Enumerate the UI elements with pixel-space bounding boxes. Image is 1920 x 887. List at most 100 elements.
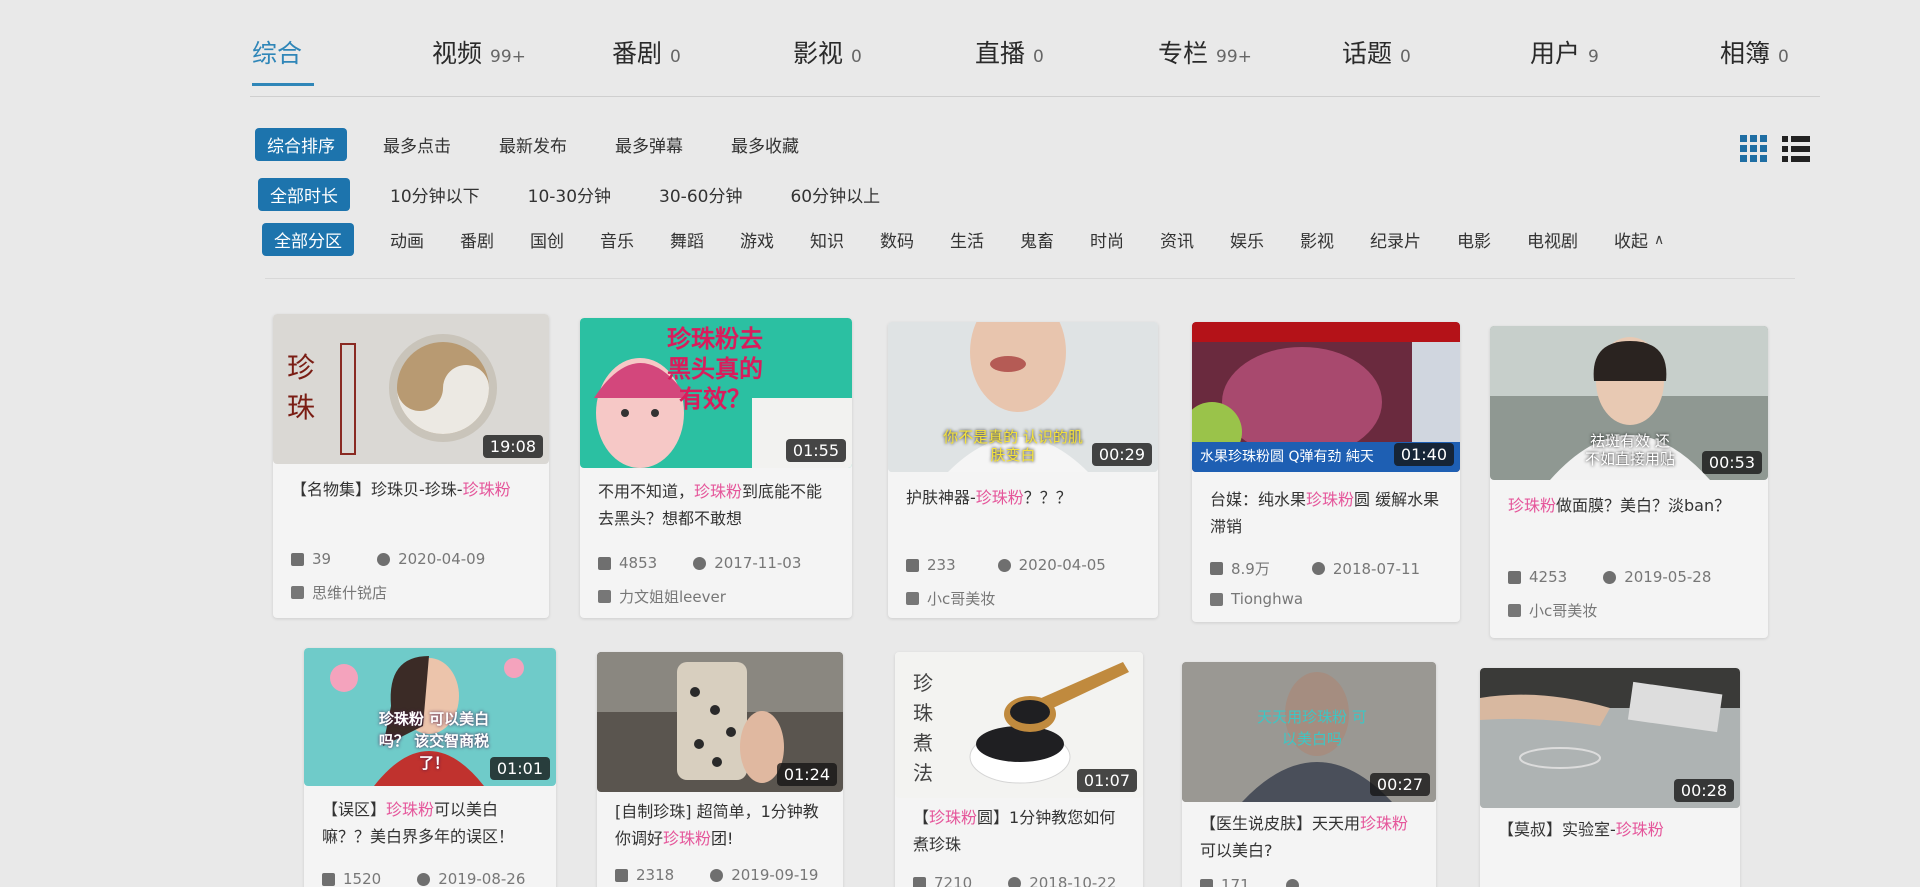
video-thumbnail[interactable]: 祛斑有效 还不如直接用贴 00:53	[1490, 326, 1768, 480]
zone-item[interactable]: 资讯	[1160, 227, 1194, 252]
video-thumbnail[interactable]: 01:24	[597, 652, 843, 792]
zone-item[interactable]: 动画	[390, 227, 424, 252]
zone-all-chip[interactable]: 全部分区	[262, 223, 354, 256]
video-card[interactable]: 你不是真的 认识的肌肤变白 00:29 护肤神器-珍珠粉？？？ 233 2020…	[888, 322, 1158, 618]
video-thumbnail[interactable]: 珍 珠 煮 法 01:07	[895, 652, 1143, 798]
video-thumbnail[interactable]: 你不是真的 认识的肌肤变白 00:29	[888, 322, 1158, 472]
zone-item[interactable]: 生活	[950, 227, 984, 252]
video-author[interactable]: 思维什锐店	[291, 582, 387, 603]
play-count-icon	[1200, 878, 1213, 887]
video-card[interactable]: 珍 珠 19:08 【名物集】珍珠贝-珍珠-珍珠粉 39 2020-04-09 …	[273, 314, 549, 618]
duration-30-60[interactable]: 30-60分钟	[659, 182, 742, 207]
video-thumbnail[interactable]: 珍珠粉去黑头真的有效？ 01:55	[580, 318, 852, 468]
video-card[interactable]: 祛斑有效 还不如直接用贴 00:53 珍珠粉做面膜？美白？淡ban？ 4253 …	[1490, 326, 1768, 638]
tab-label: 视频	[432, 39, 483, 68]
zone-item[interactable]: 电视剧	[1527, 227, 1578, 252]
video-title[interactable]: 【珍珠粉圆】1分钟教您如何煮珍珠	[913, 804, 1129, 858]
video-card[interactable]: 珍珠粉 可以美白吗？ 该交智商税了！ 01:01 【误区】珍珠粉可以美白嘛？？美…	[304, 648, 556, 887]
video-thumbnail[interactable]: 珍 珠 19:08	[273, 314, 549, 464]
title-keyword: 珍珠粉	[929, 808, 978, 827]
play-count: 171	[1221, 876, 1250, 887]
sort-most-clicked[interactable]: 最多点击	[383, 132, 451, 157]
tab-live[interactable]: 直播 0	[975, 34, 1044, 84]
title-text: 不用不知道，	[598, 482, 695, 501]
tab-label: 影视	[793, 39, 844, 68]
video-title[interactable]: 【误区】珍珠粉可以美白嘛？？美白界多年的误区！	[322, 796, 542, 850]
tab-bangumi[interactable]: 番剧 0	[612, 34, 681, 84]
zone-item[interactable]: 时尚	[1090, 227, 1124, 252]
tab-user[interactable]: 用户 9	[1530, 34, 1599, 84]
zone-item[interactable]: 电影	[1457, 227, 1491, 252]
video-duration: 01:24	[776, 763, 837, 786]
duration-over-60[interactable]: 60分钟以上	[790, 182, 880, 207]
video-title[interactable]: 【莫叔】实验室-珍珠粉	[1498, 816, 1726, 843]
video-thumbnail[interactable]: 珍珠粉 可以美白吗？ 该交智商税了！ 01:01	[304, 648, 556, 786]
video-card[interactable]: 00:28 【莫叔】实验室-珍珠粉	[1480, 668, 1740, 887]
user-icon	[291, 586, 304, 599]
video-title[interactable]: 不用不知道，珍珠粉到底能不能去黑头？想都不敢想	[598, 478, 838, 532]
list-view-icon[interactable]	[1782, 135, 1810, 163]
video-author[interactable]: 力文姐姐leever	[598, 586, 726, 607]
video-card[interactable]: 珍珠粉去黑头真的有效？ 01:55 不用不知道，珍珠粉到底能不能去黑头？想都不敢…	[580, 318, 852, 618]
sort-all-chip[interactable]: 综合排序	[255, 128, 347, 161]
sort-newest[interactable]: 最新发布	[499, 132, 567, 157]
tab-album[interactable]: 相簿 0	[1720, 34, 1789, 84]
tab-all[interactable]: 综合	[252, 34, 314, 86]
thumbnail-caption: 你不是真的 认识的肌肤变白	[943, 428, 1083, 464]
tab-film[interactable]: 影视 0	[793, 34, 862, 84]
zone-item[interactable]: 娱乐	[1230, 227, 1264, 252]
video-title[interactable]: [自制珍珠] 超简单，1分钟教你调好珍珠粉团!	[615, 798, 829, 852]
thumbnail-caption: 珍珠粉去黑头真的有效？	[667, 325, 763, 413]
video-title[interactable]: 【名物集】珍珠贝-珍珠-珍珠粉	[291, 476, 535, 503]
video-card[interactable]: 水果珍珠粉圆 Q弹有劲 純天 01:40 台媒：纯水果珍珠粉圆 缓解水果滞销 8…	[1192, 322, 1460, 622]
author-name: 思维什锐店	[312, 584, 388, 602]
tab-count: 99+	[1216, 47, 1252, 67]
video-card[interactable]: 01:24 [自制珍珠] 超简单，1分钟教你调好珍珠粉团! 2318 2019-…	[597, 652, 843, 887]
play-count: 4253	[1529, 568, 1568, 586]
video-title[interactable]: 珍珠粉做面膜？美白？淡ban？	[1508, 492, 1754, 519]
thumbnail-caption: 天天用珍珠粉 可以美白吗	[1257, 708, 1367, 748]
zone-item[interactable]: 国创	[530, 227, 564, 252]
upload-date: 2019-08-26	[438, 870, 526, 887]
tab-article[interactable]: 专栏 99+	[1158, 34, 1252, 84]
thumbnail-caption: 珍 珠	[287, 351, 316, 424]
zone-item[interactable]: 游戏	[740, 227, 774, 252]
duration-under-10[interactable]: 10分钟以下	[390, 182, 480, 207]
video-title[interactable]: 【医生说皮肤】天天用珍珠粉可以美白?	[1200, 810, 1422, 864]
video-title[interactable]: 台媒：纯水果珍珠粉圆 缓解水果滞销	[1210, 486, 1446, 540]
tab-count: 0	[1400, 47, 1411, 67]
tab-video[interactable]: 视频 99+	[432, 34, 526, 84]
video-card[interactable]: 珍 珠 煮 法 01:07 【珍珠粉圆】1分钟教您如何煮珍珠 7210 2018…	[895, 652, 1143, 887]
video-author[interactable]: 小c哥美妆	[1508, 600, 1597, 621]
video-duration: 01:55	[785, 439, 846, 462]
sort-most-danmaku[interactable]: 最多弹幕	[615, 132, 683, 157]
zone-item[interactable]: 番剧	[460, 227, 494, 252]
title-keyword: 珍珠粉	[462, 480, 511, 499]
zone-item[interactable]: 纪录片	[1370, 227, 1421, 252]
zone-item[interactable]: 鬼畜	[1020, 227, 1054, 252]
tab-topic[interactable]: 话题 0	[1342, 34, 1411, 84]
user-icon	[598, 590, 611, 603]
zone-item[interactable]: 舞蹈	[670, 227, 704, 252]
play-count: 233	[927, 556, 956, 574]
zone-item[interactable]: 音乐	[600, 227, 634, 252]
sort-most-favorited[interactable]: 最多收藏	[731, 132, 799, 157]
video-title[interactable]: 护肤神器-珍珠粉？？？	[906, 484, 1144, 511]
zone-item[interactable]: 影视	[1300, 227, 1334, 252]
video-thumbnail[interactable]: 水果珍珠粉圆 Q弹有劲 純天 01:40	[1192, 322, 1460, 472]
zone-item[interactable]: 知识	[810, 227, 844, 252]
video-thumbnail[interactable]: 天天用珍珠粉 可以美白吗 00:27	[1182, 662, 1436, 802]
video-meta: 233 2020-04-05	[906, 556, 1148, 574]
zone-item[interactable]: 数码	[880, 227, 914, 252]
video-card[interactable]: 天天用珍珠粉 可以美白吗 00:27 【医生说皮肤】天天用珍珠粉可以美白? 17…	[1182, 662, 1436, 887]
duration-10-30[interactable]: 10-30分钟	[528, 182, 611, 207]
thumbnail-caption: 珍 珠 煮 法	[913, 671, 933, 785]
video-author[interactable]: 小c哥美妆	[906, 588, 995, 609]
duration-all-chip[interactable]: 全部时长	[258, 178, 350, 211]
collapse-button[interactable]: 收起 ∧	[1614, 227, 1664, 253]
tab-label: 专栏	[1158, 39, 1209, 68]
video-author[interactable]: Tionghwa	[1210, 590, 1303, 608]
grid-view-icon[interactable]	[1740, 135, 1768, 163]
filter-divider	[265, 278, 1795, 279]
video-thumbnail[interactable]: 00:28	[1480, 668, 1740, 808]
